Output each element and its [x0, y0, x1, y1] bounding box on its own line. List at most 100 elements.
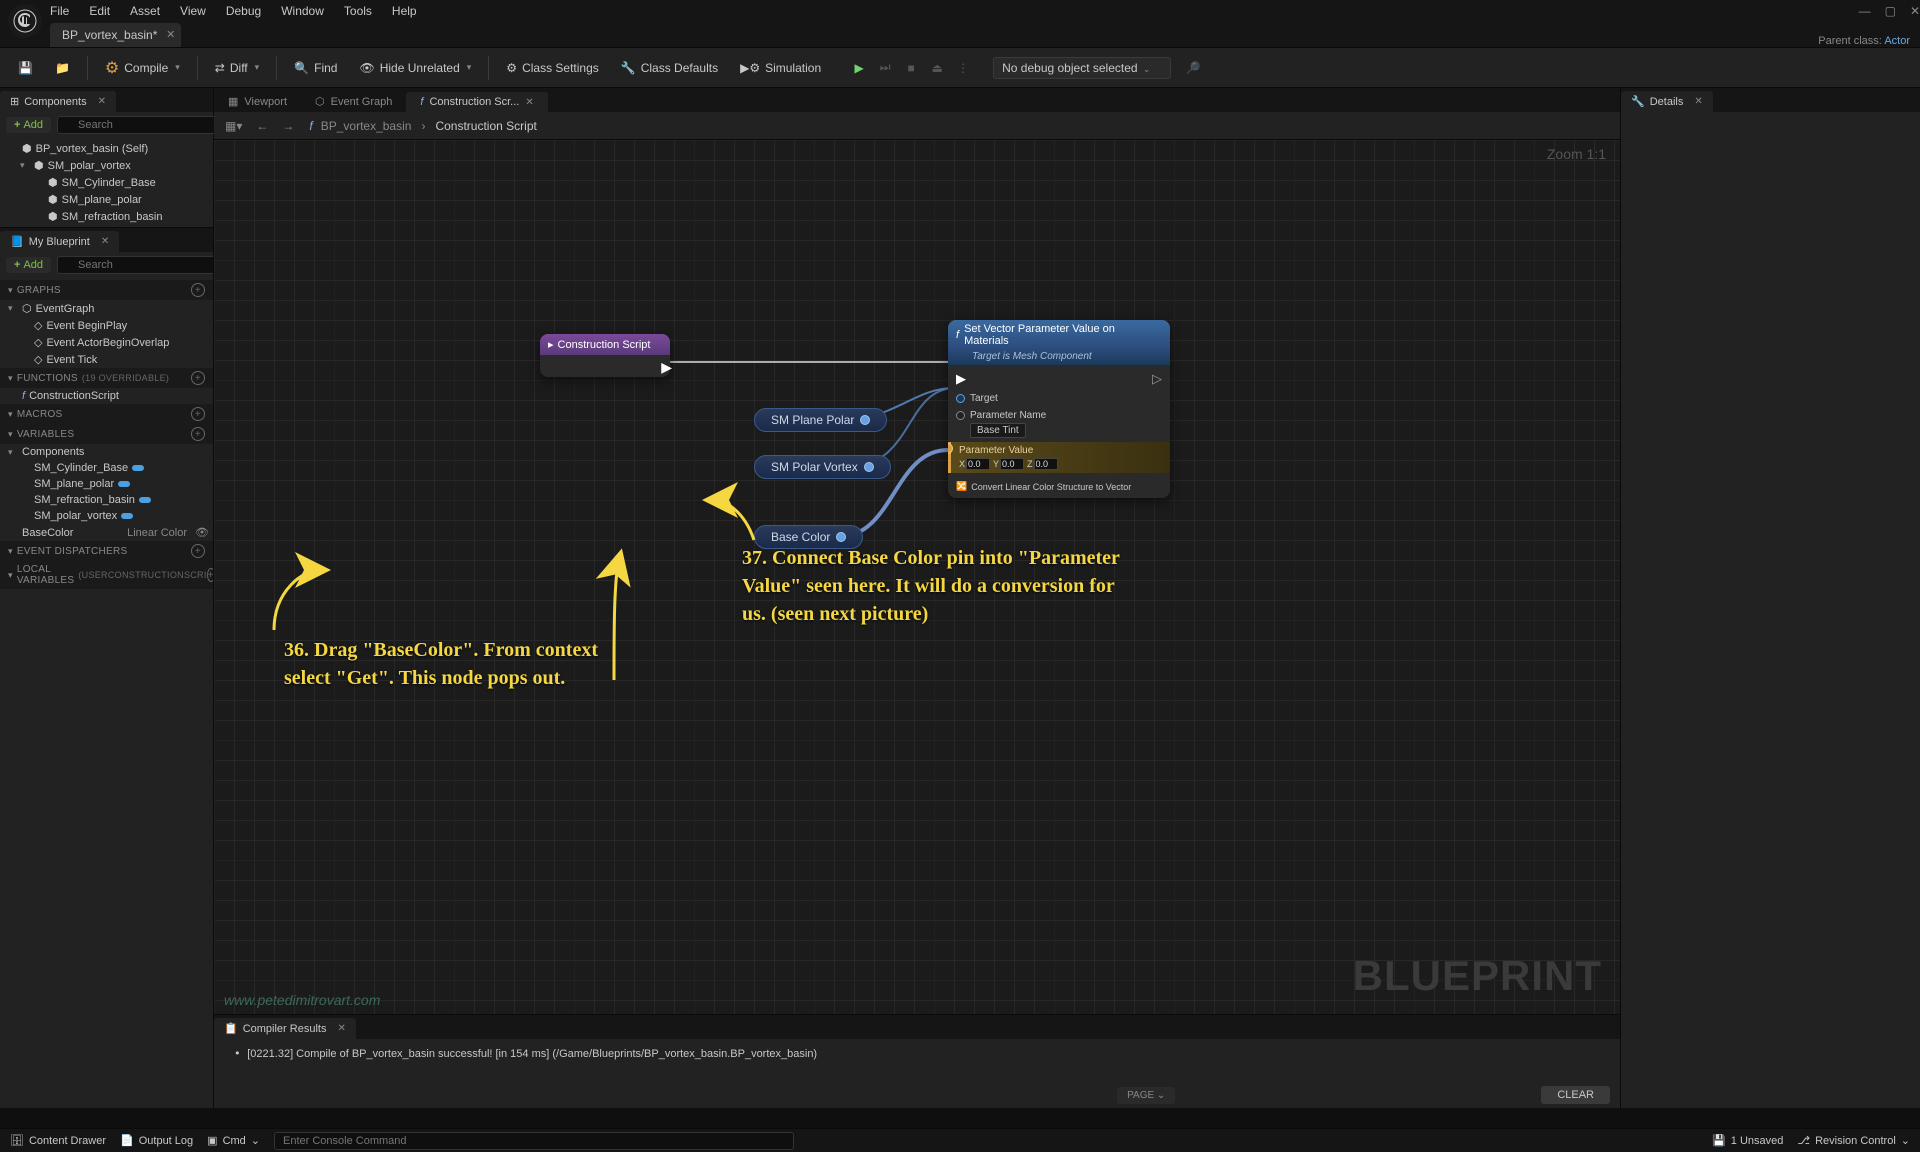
- add-icon[interactable]: +: [191, 427, 205, 441]
- pin-param-name[interactable]: [956, 411, 965, 420]
- console-input[interactable]: [274, 1132, 794, 1150]
- blueprint-tree-row[interactable]: ◇Event BeginPlay: [0, 317, 213, 334]
- tab-viewport[interactable]: ▦Viewport: [214, 91, 301, 112]
- section-header[interactable]: ▾Local Variables(USERCONSTRUCTIONSCRI+: [0, 561, 213, 589]
- component-tree-row[interactable]: ⬢SM_refraction_basin: [0, 208, 213, 225]
- debug-locate[interactable]: 🔎: [1177, 57, 1208, 79]
- compiler-results-tab[interactable]: 📋 Compiler Results ✕: [214, 1018, 356, 1039]
- window-maximize[interactable]: ▢: [1885, 4, 1896, 18]
- find-button[interactable]: 🔍Find: [286, 57, 345, 79]
- tab-construction-script[interactable]: fConstruction Scr...✕: [406, 92, 547, 112]
- blueprint-tree-row[interactable]: ◇Event ActorBeginOverlap: [0, 334, 213, 351]
- class-settings-button[interactable]: ⚙Class Settings: [498, 57, 606, 79]
- browse-button[interactable]: 📁: [47, 57, 78, 79]
- exec-pin-out[interactable]: ▶: [661, 359, 672, 376]
- skip-button[interactable]: ⏭: [873, 56, 897, 80]
- menu-debug[interactable]: Debug: [226, 4, 261, 18]
- pin-target[interactable]: [956, 394, 965, 403]
- window-close[interactable]: ✕: [1910, 4, 1920, 18]
- pin-out[interactable]: [860, 415, 870, 425]
- blueprint-tree-row[interactable]: SM_refraction_basin: [0, 492, 213, 508]
- debug-object-select[interactable]: No debug object selected ⌄: [993, 57, 1171, 79]
- component-tree-row[interactable]: ⬢SM_plane_polar: [0, 191, 213, 208]
- param-y[interactable]: [1000, 458, 1024, 470]
- menu-window[interactable]: Window: [281, 4, 324, 18]
- parent-class-link[interactable]: Actor: [1884, 35, 1910, 47]
- myblueprint-tab[interactable]: 📘 My Blueprint ✕: [0, 231, 119, 252]
- variable-category[interactable]: ▾Components: [0, 444, 213, 460]
- class-defaults-button[interactable]: 🔧Class Defaults: [613, 57, 726, 79]
- add-icon[interactable]: +: [191, 544, 205, 558]
- pin-out[interactable]: [836, 532, 846, 542]
- window-minimize[interactable]: —: [1859, 4, 1871, 18]
- menu-help[interactable]: Help: [392, 4, 417, 18]
- output-log-button[interactable]: 📄Output Log: [120, 1134, 193, 1147]
- doc-tab[interactable]: BP_vortex_basin* ✕: [50, 23, 181, 47]
- add-icon[interactable]: +: [191, 283, 205, 297]
- menu-view[interactable]: View: [180, 4, 206, 18]
- visibility-icon[interactable]: 👁: [195, 526, 209, 539]
- close-icon[interactable]: ✕: [525, 97, 533, 108]
- content-drawer-button[interactable]: 🗄Content Drawer: [10, 1134, 106, 1147]
- close-icon[interactable]: ✕: [337, 1023, 345, 1034]
- add-blueprint-item-button[interactable]: Add: [6, 257, 51, 273]
- close-icon[interactable]: ✕: [101, 236, 109, 247]
- node-sm-polar-vortex[interactable]: SM Polar Vortex: [754, 455, 891, 479]
- blueprint-tree-row[interactable]: fConstructionScript: [0, 388, 213, 404]
- nav-back[interactable]: ←: [253, 119, 271, 133]
- breadcrumb-parent[interactable]: BP_vortex_basin: [321, 119, 412, 133]
- close-icon[interactable]: ✕: [166, 28, 175, 41]
- simulation-button[interactable]: ▶⚙Simulation: [732, 57, 829, 79]
- close-icon[interactable]: ✕: [98, 96, 106, 107]
- play-menu[interactable]: ⋮: [951, 56, 975, 80]
- tab-event-graph[interactable]: ⬡Event Graph: [301, 91, 406, 112]
- section-header[interactable]: ▾Event Dispatchers+: [0, 541, 213, 561]
- eject-button[interactable]: ⏏: [925, 56, 949, 80]
- exec-pin-out[interactable]: ▷: [1152, 371, 1162, 387]
- add-component-button[interactable]: Add: [6, 117, 51, 133]
- close-icon[interactable]: ✕: [1694, 96, 1702, 107]
- pin-param-value[interactable]: [948, 443, 953, 454]
- add-icon[interactable]: +: [207, 568, 213, 582]
- menu-tools[interactable]: Tools: [344, 4, 372, 18]
- components-tab[interactable]: ⊞ Components ✕: [0, 91, 116, 112]
- diff-button[interactable]: ⇄ Diff▾: [207, 57, 267, 79]
- compile-button[interactable]: ⚙ Compile ▾: [97, 54, 188, 82]
- section-header[interactable]: ▾Macros+: [0, 404, 213, 424]
- menu-asset[interactable]: Asset: [130, 4, 160, 18]
- details-tab[interactable]: 🔧 Details ✕: [1621, 91, 1713, 112]
- param-x[interactable]: [966, 458, 990, 470]
- component-tree-row[interactable]: ▾⬢SM_polar_vortex: [0, 157, 213, 174]
- section-header[interactable]: ▾Graphs+: [0, 280, 213, 300]
- stop-button[interactable]: ■: [899, 56, 923, 80]
- blueprint-tree-row[interactable]: SM_Cylinder_Base: [0, 460, 213, 476]
- play-button[interactable]: ▶: [847, 56, 871, 80]
- menu-edit[interactable]: Edit: [89, 4, 110, 18]
- component-tree-row[interactable]: ⬢SM_Cylinder_Base: [0, 174, 213, 191]
- unsaved-indicator[interactable]: 💾1 Unsaved: [1712, 1134, 1783, 1147]
- show-all-icon[interactable]: ▦▾: [222, 119, 245, 133]
- add-icon[interactable]: +: [191, 371, 205, 385]
- menu-file[interactable]: File: [50, 4, 69, 18]
- compiler-clear-button[interactable]: CLEAR: [1541, 1086, 1610, 1104]
- save-button[interactable]: 💾: [10, 57, 41, 79]
- blueprint-tree-row[interactable]: SM_plane_polar: [0, 476, 213, 492]
- revision-control-button[interactable]: ⎇Revision Control ⌄: [1797, 1134, 1910, 1147]
- node-set-vector-parameter[interactable]: fSet Vector Parameter Value on Materials…: [948, 320, 1170, 498]
- component-tree-row[interactable]: ⬢BP_vortex_basin (Self): [0, 140, 213, 157]
- blueprint-tree-row[interactable]: ◇Event Tick: [0, 351, 213, 368]
- add-icon[interactable]: +: [191, 407, 205, 421]
- param-z[interactable]: [1034, 458, 1058, 470]
- cmd-button[interactable]: ▣Cmd ⌄: [207, 1134, 260, 1147]
- nav-forward[interactable]: →: [279, 119, 297, 133]
- graph-canvas[interactable]: Zoom 1:1 ▸Construction Script ▶ SM Plane…: [214, 140, 1620, 1014]
- myblueprint-search[interactable]: [57, 256, 213, 274]
- blueprint-tree-row[interactable]: SM_polar_vortex: [0, 508, 213, 524]
- blueprint-tree-row[interactable]: BaseColorLinear Color👁: [0, 524, 213, 541]
- pin-out[interactable]: [864, 462, 874, 472]
- node-construction-script[interactable]: ▸Construction Script ▶: [540, 334, 670, 377]
- node-base-color[interactable]: Base Color: [754, 525, 863, 549]
- exec-pin-in[interactable]: ▶: [956, 371, 966, 387]
- node-sm-plane-polar[interactable]: SM Plane Polar: [754, 408, 887, 432]
- section-header[interactable]: ▾Variables+: [0, 424, 213, 444]
